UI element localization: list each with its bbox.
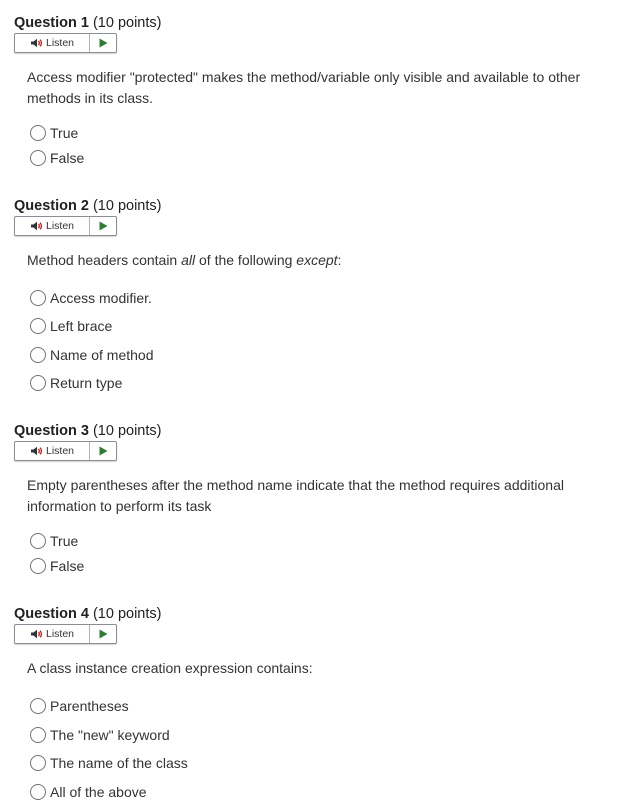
prompt-emphasis: except — [296, 252, 338, 268]
listen-button[interactable]: Listen — [15, 442, 90, 460]
listen-widget: Listen — [14, 441, 117, 461]
answer-option[interactable]: The name of the class — [30, 752, 188, 774]
question-title: Question 4 (10 points) — [14, 605, 161, 623]
listen-button[interactable]: Listen — [15, 217, 90, 235]
radio-button[interactable] — [30, 290, 46, 306]
radio-button[interactable] — [30, 318, 46, 334]
speaker-icon — [30, 38, 43, 48]
answer-option[interactable]: Access modifier. — [30, 287, 152, 309]
listen-widget: Listen — [14, 33, 117, 53]
answer-option[interactable]: Return type — [30, 372, 122, 394]
radio-button[interactable] — [30, 125, 46, 141]
question-number: Question 2 — [14, 198, 89, 214]
radio-button[interactable] — [30, 727, 46, 743]
option-label: False — [50, 558, 85, 574]
listen-widget: Listen — [14, 624, 117, 644]
speaker-icon — [30, 221, 43, 231]
question-title: Question 1 (10 points) — [14, 14, 161, 32]
option-label: Parentheses — [50, 698, 129, 714]
radio-button[interactable] — [30, 150, 46, 166]
play-icon — [99, 629, 107, 639]
prompt-text: : — [337, 252, 342, 268]
option-label: All of the above — [50, 784, 147, 800]
listen-widget: Listen — [14, 216, 117, 236]
question-points: (10 points) — [92, 198, 162, 214]
answer-option-false[interactable]: False — [30, 555, 84, 577]
option-label: Name of method — [50, 347, 154, 363]
answer-option-true[interactable]: True — [30, 530, 78, 552]
option-label: True — [50, 533, 79, 549]
answer-option[interactable]: Left brace — [30, 315, 112, 337]
answer-option-true[interactable]: True — [30, 122, 78, 144]
listen-button[interactable]: Listen — [15, 625, 90, 643]
radio-button[interactable] — [30, 375, 46, 391]
radio-button[interactable] — [30, 755, 46, 771]
radio-button[interactable] — [30, 784, 46, 800]
question-prompt: Method headers contain all of the follow… — [27, 250, 587, 271]
question-prompt: Access modifier "protected" makes the me… — [27, 69, 581, 106]
question-title: Question 2 (10 points) — [14, 197, 161, 215]
listen-button[interactable]: Listen — [15, 34, 90, 52]
option-label: Left brace — [50, 318, 113, 334]
play-icon — [99, 221, 107, 231]
prompt-emphasis: all — [181, 252, 196, 268]
radio-button[interactable] — [30, 558, 46, 574]
answer-option[interactable]: The "new" keyword — [30, 724, 170, 746]
play-icon — [99, 38, 107, 48]
option-label: Return type — [50, 375, 123, 391]
speaker-icon — [30, 446, 43, 456]
play-button[interactable] — [90, 625, 116, 643]
play-icon — [99, 446, 107, 456]
question-title: Question 3 (10 points) — [14, 422, 161, 440]
option-label: The "new" keyword — [50, 727, 170, 743]
prompt-text: Method headers contain — [27, 252, 182, 268]
question-number: Question 1 — [14, 15, 89, 31]
listen-label: Listen — [45, 628, 75, 640]
prompt-text: of the following — [195, 252, 297, 268]
answer-option[interactable]: All of the above — [30, 781, 147, 803]
speaker-icon — [30, 629, 43, 639]
radio-button[interactable] — [30, 533, 46, 549]
option-label: True — [50, 125, 79, 141]
option-label: False — [50, 150, 85, 166]
radio-button[interactable] — [30, 347, 46, 363]
radio-button[interactable] — [30, 698, 46, 714]
option-label: The name of the class — [50, 755, 188, 771]
question-prompt: Empty parentheses after the method name … — [27, 477, 564, 514]
play-button[interactable] — [90, 34, 116, 52]
question-number: Question 3 — [14, 423, 89, 439]
option-label: Access modifier. — [50, 290, 152, 306]
question-number: Question 4 — [14, 606, 89, 622]
listen-label: Listen — [45, 37, 75, 49]
play-button[interactable] — [90, 442, 116, 460]
question-prompt: A class instance creation expression con… — [27, 660, 313, 676]
question-points: (10 points) — [92, 423, 162, 439]
listen-label: Listen — [45, 445, 75, 457]
question-points: (10 points) — [92, 606, 162, 622]
question-points: (10 points) — [92, 15, 162, 31]
play-button[interactable] — [90, 217, 116, 235]
answer-option[interactable]: Name of method — [30, 344, 154, 366]
listen-label: Listen — [45, 220, 75, 232]
answer-option[interactable]: Parentheses — [30, 695, 129, 717]
answer-option-false[interactable]: False — [30, 147, 84, 169]
